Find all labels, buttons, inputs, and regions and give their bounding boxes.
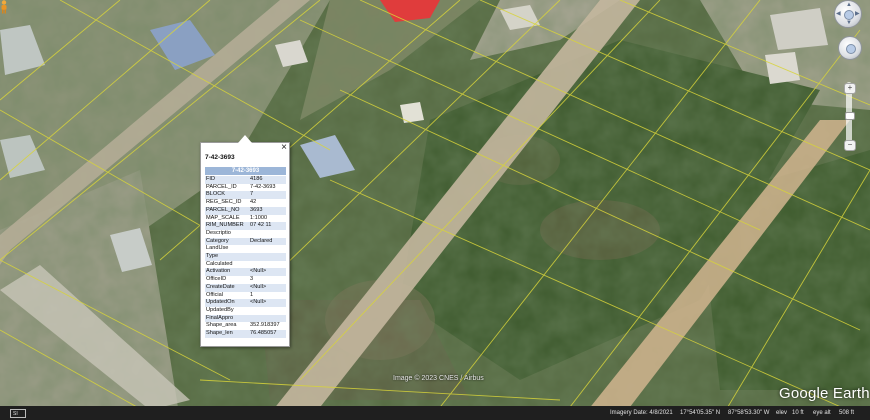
- attribute-row: Shape_area 352.918397: [205, 322, 286, 330]
- attribute-value: [249, 261, 286, 269]
- look-down-arrow-icon[interactable]: ▼: [846, 20, 852, 26]
- attribute-value: <Null>: [249, 283, 286, 292]
- attribute-value: 07 42 11: [249, 222, 286, 230]
- attribute-value: 4186: [249, 176, 286, 184]
- popup-pointer: [238, 135, 252, 143]
- attribute-row: Calculated: [205, 261, 286, 269]
- longitude: 87°58'53.30" W: [728, 410, 770, 416]
- attribute-key: FinalAppro: [205, 314, 249, 323]
- move-joystick-center[interactable]: [846, 44, 856, 54]
- attribute-key: FID: [205, 176, 249, 184]
- latitude: 17°54'05.35" N: [680, 410, 721, 416]
- satellite-imagery: [0, 0, 870, 420]
- imagery-date: Imagery Date: 4/8/2021: [610, 410, 673, 416]
- attribute-key: Shape_area: [206, 322, 237, 329]
- attribute-value: <Null>: [249, 268, 286, 277]
- attribute-key: Shape_len: [205, 330, 249, 338]
- satellite-map[interactable]: ▲ ▼ ◀ ▶ + − × 7-42-3693 7-42-3693 FID 418…: [0, 0, 870, 420]
- elevation-value: 10 ft: [792, 410, 804, 416]
- attribute-value: 42: [250, 199, 257, 206]
- popup-title: 7-42-3693: [205, 154, 235, 161]
- attribute-row: Category Declared: [205, 237, 286, 246]
- zoom-in-button[interactable]: +: [844, 83, 856, 94]
- attribute-key: BLOCK: [205, 191, 249, 200]
- attribute-value: 7-42-3693: [250, 183, 276, 190]
- attribute-value: [249, 230, 286, 238]
- attribute-row: Official 1: [205, 292, 286, 300]
- attribute-row: PARCEL_NO 3693: [205, 206, 286, 215]
- attribute-value: [249, 245, 286, 253]
- zoom-slider-handle[interactable]: [845, 112, 855, 120]
- move-joystick-icon[interactable]: [838, 36, 862, 60]
- attribute-value: [249, 253, 286, 261]
- attribute-row: UpdatedOn <Null>: [205, 299, 286, 307]
- elevation-label: elev: [776, 410, 788, 416]
- eye-altitude-value: 508 ft: [839, 410, 855, 416]
- street-view-pegman-icon[interactable]: [0, 0, 8, 14]
- attribute-value: <Null>: [249, 299, 286, 307]
- attribute-key: Activation: [205, 268, 249, 277]
- google-earth-logo: Google Earth: [779, 385, 870, 402]
- attribute-row: Shape_len 76.485057: [205, 330, 286, 338]
- popup-table-header: 7-42-3693: [205, 167, 286, 175]
- attribute-value: 1: [250, 291, 254, 298]
- attribute-key: MAP_SCALE: [206, 214, 240, 221]
- attribute-row: FinalAppro: [205, 314, 286, 323]
- attribute-row: Activation <Null>: [205, 268, 286, 277]
- attribute-key: PARCEL_NO: [205, 206, 249, 215]
- look-up-arrow-icon[interactable]: ▲: [846, 2, 852, 8]
- attribute-key: OfficeID: [206, 276, 227, 283]
- attribute-table: FID 4186 PARCEL_ID 7-42-3693 BLOCK 7 REG_SEC_I…: [205, 176, 286, 338]
- attribute-key: UpdatedOn: [205, 299, 249, 307]
- attribute-row: RIM_NUMBER 07 42 11: [205, 222, 286, 230]
- look-joystick-center[interactable]: [844, 10, 854, 20]
- attribute-value: Declared: [249, 237, 286, 246]
- attribute-row: Descriptio: [205, 230, 286, 238]
- attribute-row: BLOCK 7: [205, 191, 286, 200]
- attribute-key: Type: [205, 253, 249, 261]
- attribute-value: [249, 314, 286, 323]
- attribute-key: Official: [206, 291, 223, 298]
- look-joystick-icon[interactable]: ▲ ▼ ◀ ▶: [834, 0, 862, 28]
- attribute-value: 3693: [249, 206, 286, 215]
- attribute-value: [249, 307, 286, 315]
- attribute-row: PARCEL_ID 7-42-3693: [205, 184, 286, 192]
- attribute-value: 7: [249, 191, 286, 200]
- attribute-value: 1:1000: [250, 214, 268, 221]
- scale-legend: SI: [10, 409, 26, 418]
- attribute-key: CreateDate: [205, 283, 249, 292]
- close-icon[interactable]: ×: [281, 143, 287, 153]
- zoom-out-button[interactable]: −: [844, 140, 856, 151]
- attribute-row: REG_SEC_ID 42: [205, 199, 286, 207]
- attribute-key: Descriptio: [206, 229, 231, 236]
- attribute-row: CreateDate <Null>: [205, 283, 286, 292]
- attribute-row: FID 4186: [205, 176, 286, 184]
- attribute-key: RIM_NUMBER: [205, 222, 249, 230]
- attribute-row: Type: [205, 253, 286, 261]
- attribute-key: Category: [205, 237, 249, 246]
- attribute-row: OfficeID 3: [205, 276, 286, 284]
- attribute-value: 3: [250, 276, 254, 283]
- attribute-key: LandUse: [206, 245, 229, 252]
- attribute-row: MAP_SCALE 1:1000: [205, 215, 286, 223]
- eye-altitude-label: eye alt: [813, 410, 831, 416]
- scale-legend-text: SI: [13, 411, 18, 417]
- attribute-key: Calculated: [206, 260, 233, 267]
- attribute-row: UpdatedBy: [205, 307, 286, 315]
- attribute-row: LandUse: [205, 245, 286, 253]
- status-bar: SI Imagery Date: 4/8/2021 17°54'05.35" N…: [0, 406, 870, 420]
- attribute-key: PARCEL_ID: [206, 183, 237, 190]
- parcel-info-popup: × 7-42-3693 7-42-3693 FID 4186 PARCEL_ID 7-…: [200, 135, 290, 347]
- look-right-arrow-icon[interactable]: ▶: [855, 11, 860, 17]
- look-left-arrow-icon[interactable]: ◀: [836, 11, 841, 17]
- attribute-value: 76.485057: [249, 330, 286, 338]
- imagery-credit: Image © 2023 CNES / Airbus: [393, 375, 484, 382]
- attribute-value: 352.918397: [250, 322, 280, 329]
- attribute-key: UpdatedBy: [206, 306, 234, 313]
- attribute-key: REG_SEC_ID: [206, 199, 242, 206]
